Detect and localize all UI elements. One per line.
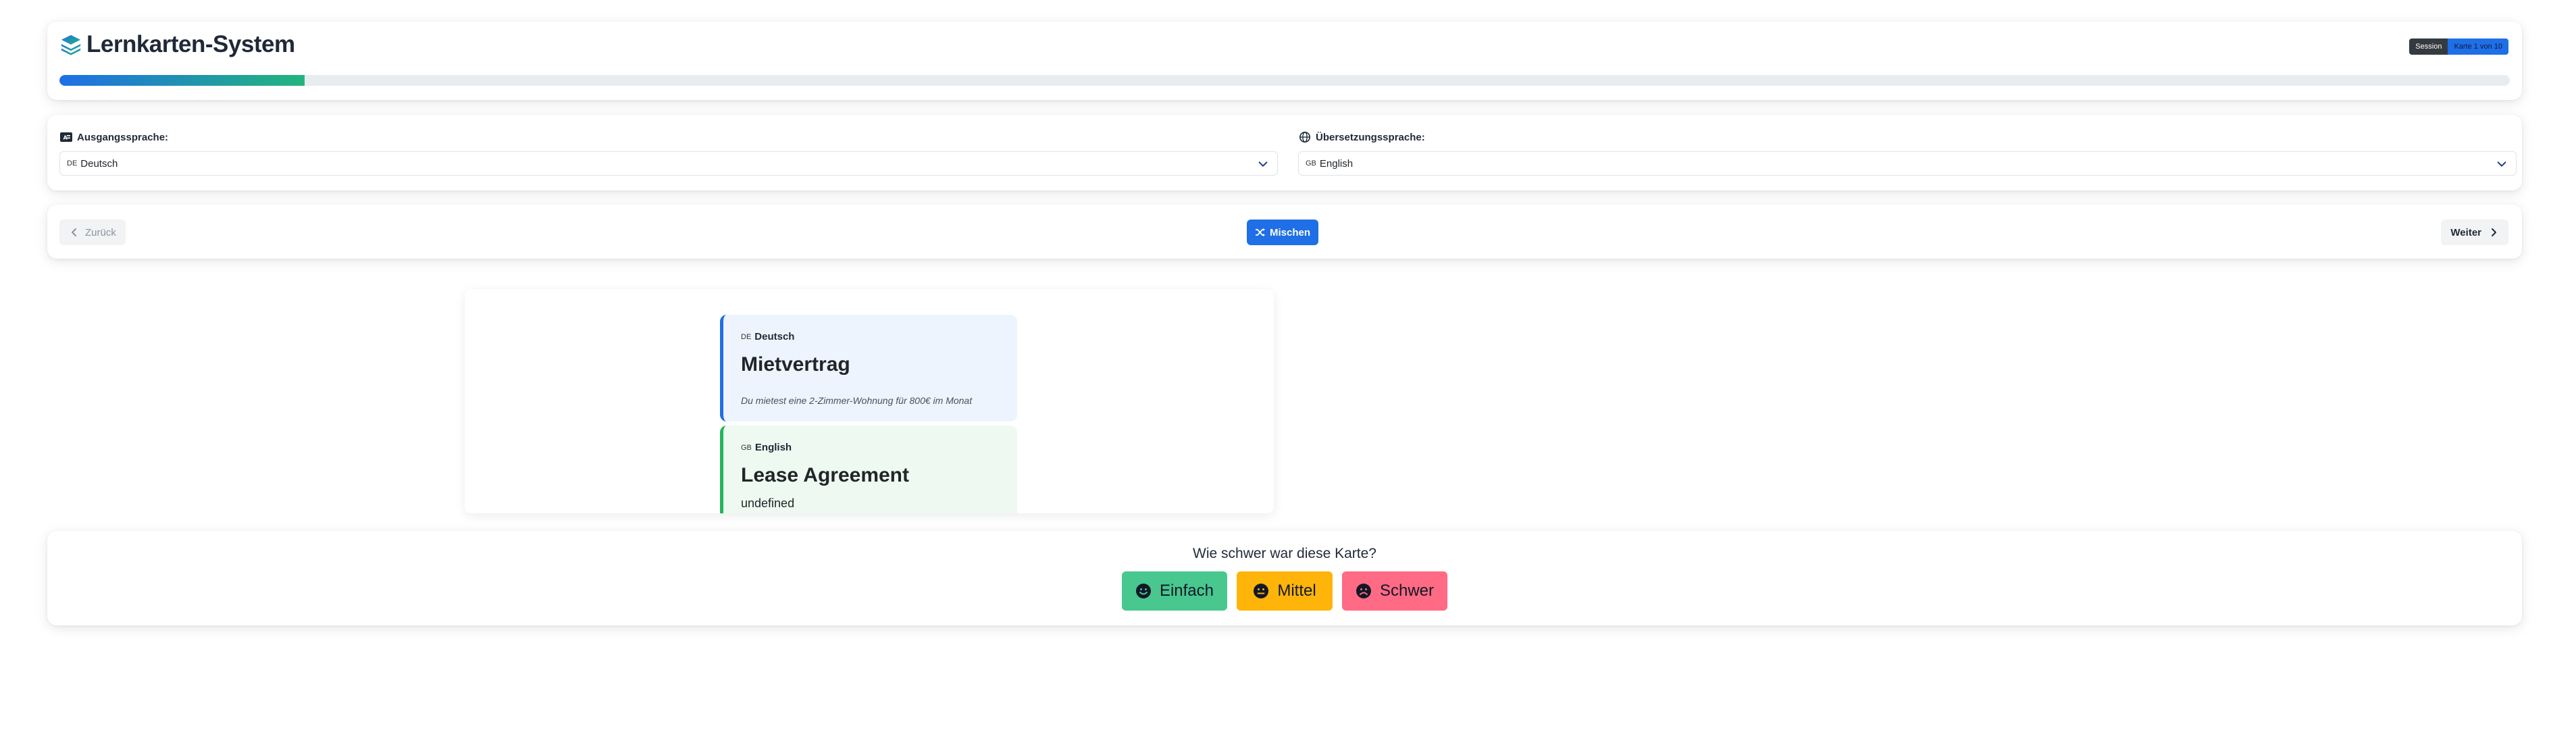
language-panel: A Ausgangssprache: DE Deutsch Übersetzun…: [47, 115, 2522, 190]
smile-icon: [1135, 584, 1151, 598]
target-language-select[interactable]: GB English: [1298, 151, 2517, 176]
shuffle-button-label: Mischen: [1270, 226, 1311, 238]
source-language-label-text: Ausgangssprache:: [77, 131, 169, 143]
language-icon: A: [59, 130, 73, 144]
back-button[interactable]: Zurück: [59, 220, 126, 245]
card-counter: Karte 1 von 10: [2448, 38, 2508, 55]
rate-medium-button[interactable]: Mittel: [1237, 571, 1333, 611]
next-button[interactable]: Weiter: [2441, 220, 2508, 245]
header-panel: Lernkarten-System Session Karte 1 von 10: [47, 22, 2522, 100]
source-language-select[interactable]: DE Deutsch: [59, 151, 1278, 176]
session-label: Session: [2409, 38, 2448, 55]
flag-de-icon: DE: [67, 159, 78, 168]
back-word: Lease Agreement: [741, 464, 909, 486]
flag-gb-icon: GB: [741, 443, 752, 452]
progress-bar: [59, 75, 2510, 86]
rate-easy-label: Einfach: [1159, 582, 1214, 600]
back-button-label: Zurück: [85, 226, 116, 238]
flashcard-container[interactable]: DE Deutsch Mietvertrag Du mietest eine 2…: [465, 289, 1274, 513]
front-word: Mietvertrag: [741, 353, 850, 376]
frown-icon: [1356, 584, 1371, 598]
source-language-group: A Ausgangssprache: DE Deutsch: [59, 130, 1278, 176]
back-language-name: English: [754, 442, 792, 453]
flashcard-front[interactable]: DE Deutsch Mietvertrag Du mietest eine 2…: [720, 315, 1017, 421]
target-language-value: English: [1319, 157, 1354, 170]
brand: Lernkarten-System: [59, 31, 295, 58]
front-language: DE Deutsch: [741, 331, 1000, 342]
rate-medium-label: Mittel: [1277, 582, 1316, 600]
source-language-value: Deutsch: [80, 157, 118, 170]
session-badge: Session Karte 1 von 10: [2409, 38, 2508, 55]
chevron-down-icon: [1258, 161, 1268, 167]
progress-fill: [59, 75, 305, 86]
back-extra-text: undefined: [741, 496, 795, 510]
example-sentence: Du mietest eine 2-Zimmer-Wohnung für 800…: [741, 395, 973, 406]
back-language: GB English: [741, 442, 1000, 453]
rating-buttons: Einfach Mittel Schwer: [47, 571, 2522, 611]
flashcard-back[interactable]: GB English Lease Agreement undefined: [720, 426, 1017, 513]
globe-icon: [1298, 130, 1312, 144]
target-language-label: Übersetzungssprache:: [1298, 130, 2517, 145]
front-language-name: Deutsch: [754, 331, 795, 342]
target-language-group: Übersetzungssprache: GB English: [1298, 130, 2517, 176]
app-title: Lernkarten-System: [86, 31, 295, 57]
layers-icon: [61, 34, 81, 55]
chevron-right-icon: [2492, 228, 2496, 236]
rate-hard-button[interactable]: Schwer: [1342, 571, 1447, 611]
rate-easy-button[interactable]: Einfach: [1122, 571, 1227, 611]
rating-panel: Wie schwer war diese Karte? Einfach Mitt…: [47, 531, 2522, 625]
source-language-label: A Ausgangssprache:: [59, 130, 1278, 145]
flag-de-icon: DE: [741, 332, 752, 341]
shuffle-icon: [1256, 228, 1265, 236]
shuffle-button[interactable]: Mischen: [1247, 220, 1319, 245]
next-button-label: Weiter: [2450, 226, 2481, 238]
chevron-left-icon: [72, 228, 76, 236]
target-language-label-text: Übersetzungssprache:: [1316, 131, 1425, 143]
rate-hard-label: Schwer: [1379, 582, 1434, 600]
navigation-panel: Zurück Mischen Weiter: [47, 205, 2522, 259]
chevron-down-icon: [2497, 161, 2506, 167]
rating-question: Wie schwer war diese Karte?: [1193, 546, 1376, 561]
neutral-face-icon: [1254, 584, 1269, 598]
flag-gb-icon: GB: [1306, 159, 1316, 168]
